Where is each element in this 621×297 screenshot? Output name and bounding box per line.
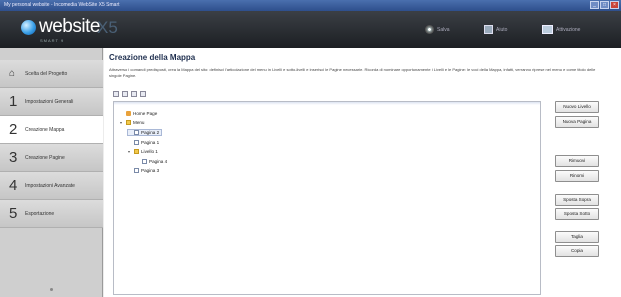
sidebar-item-label: Impostazioni Avanzate — [25, 182, 75, 189]
move-down-button[interactable]: Sposta Sotto — [555, 208, 599, 220]
save-icon — [425, 25, 434, 34]
sidebar-item-page-creation[interactable]: 3 Creazione Pagine — [0, 144, 103, 172]
window-titlebar: My personal website - Incomedia WebSite … — [0, 0, 621, 11]
new-page-button[interactable]: Nuova Pagina — [555, 116, 599, 128]
page-icon — [134, 140, 139, 145]
sidebar: ⌂ Scelta del Progetto 1 Impostazioni Gen… — [0, 48, 103, 297]
save-label: Salva — [437, 26, 450, 33]
tree-node-page-4[interactable]: Pagina 4 — [136, 159, 167, 164]
sidebar-item-label: Creazione Pagine — [25, 154, 65, 161]
help-label: Aiuto — [496, 26, 508, 33]
tree-node-page-1[interactable]: Pagina 1 — [128, 140, 159, 145]
tree-node-label: Home Page — [133, 111, 158, 116]
sidebar-handle — [50, 288, 53, 291]
sidebar-item-label: Esportazione — [25, 210, 55, 217]
tree-node-page-3[interactable]: Pagina 3 — [128, 168, 159, 173]
tree-expander[interactable]: ▾ — [128, 149, 132, 154]
tree-node-label: Livello 1 — [141, 149, 158, 154]
tree-node-label: Pagina 2 — [141, 130, 160, 135]
home-icon: ⌂ — [9, 68, 16, 79]
new-level-button[interactable]: Nuovo Livello — [555, 101, 599, 113]
sidebar-item-label: Creazione Mappa — [25, 126, 65, 133]
save-button[interactable]: Salva — [425, 25, 450, 34]
page-icon — [142, 159, 147, 164]
page-icon — [134, 168, 139, 173]
tree-node-page-2[interactable]: Pagina 2 — [126, 129, 163, 136]
sidebar-item-general-settings[interactable]: 1 Impostazioni Generali — [0, 88, 103, 116]
help-icon — [484, 25, 493, 34]
new-level-icon[interactable] — [113, 90, 119, 97]
step-number: 4 — [9, 177, 18, 194]
activate-button[interactable]: Attivazione — [542, 25, 580, 34]
step-number: 2 — [9, 121, 18, 138]
activation-icon — [542, 25, 553, 34]
copy-button[interactable]: Copia — [555, 245, 599, 257]
logo-globe-icon — [21, 20, 36, 35]
cut-button[interactable]: Taglia — [555, 231, 599, 243]
page-description: Attraverso i comandi predisposti, crea l… — [109, 67, 596, 78]
tree-node-home[interactable]: Home Page — [120, 111, 157, 116]
rename-icon[interactable] — [131, 90, 137, 97]
maximize-icon[interactable]: □ — [600, 1, 609, 9]
step-number: 3 — [9, 149, 18, 166]
new-page-icon[interactable] — [122, 90, 128, 97]
step-number: 5 — [9, 205, 18, 222]
folder-icon — [126, 120, 131, 125]
remove-button[interactable]: Rimuovi — [555, 155, 599, 167]
sidebar-item-advanced-settings[interactable]: 4 Impostazioni Avanzate — [0, 172, 103, 200]
activate-label: Attivazione — [556, 26, 581, 33]
help-button[interactable]: Aiuto — [484, 25, 507, 34]
home-icon — [126, 111, 131, 116]
remove-icon[interactable] — [140, 90, 146, 97]
tree-node-label: Pagina 3 — [141, 168, 160, 173]
window-title: My personal website - Incomedia WebSite … — [4, 2, 120, 8]
move-up-button[interactable]: Sposta Sopra — [555, 194, 599, 206]
sidebar-item-map-creation[interactable]: 2 Creazione Mappa — [0, 116, 103, 144]
rename-button[interactable]: Rinomi — [555, 170, 599, 182]
tree-node-menu[interactable]: ▾ Menu — [120, 120, 145, 125]
main-panel: Creazione della Mappa Attraverso i coman… — [104, 48, 621, 297]
logo-text: website — [39, 16, 100, 37]
page-title: Creazione della Mappa — [109, 53, 196, 62]
folder-icon — [134, 149, 139, 154]
sidebar-item-label: Impostazioni Generali — [25, 98, 74, 105]
sidebar-item-label: Scelta del Progetto — [25, 70, 68, 77]
sidebar-item-export[interactable]: 5 Esportazione — [0, 200, 103, 228]
tree-expander[interactable]: ▾ — [120, 120, 124, 125]
tree-node-label: Pagina 4 — [149, 159, 168, 164]
minimize-icon[interactable]: _ — [590, 1, 599, 9]
page-icon — [134, 130, 139, 135]
tree-node-level-1[interactable]: ▾ Livello 1 — [128, 149, 158, 154]
logo-subtitle: SMART 9 — [40, 38, 65, 43]
app-header: website X5 SMART 9 Salva Aiuto Attivazio… — [0, 11, 621, 48]
logo-suffix: X5 — [97, 18, 118, 37]
window-controls: _ □ × — [590, 1, 619, 9]
step-number: 1 — [9, 93, 18, 110]
sidebar-item-project-choice[interactable]: ⌂ Scelta del Progetto — [0, 60, 103, 88]
tree-toolbar — [113, 89, 213, 98]
site-map-tree[interactable]: Home Page ▾ Menu Pagina 2 Pagina 1 ▾ Liv… — [113, 101, 541, 295]
tree-node-label: Pagina 1 — [141, 140, 160, 145]
close-icon[interactable]: × — [610, 1, 619, 9]
tree-node-label: Menu — [133, 120, 145, 125]
